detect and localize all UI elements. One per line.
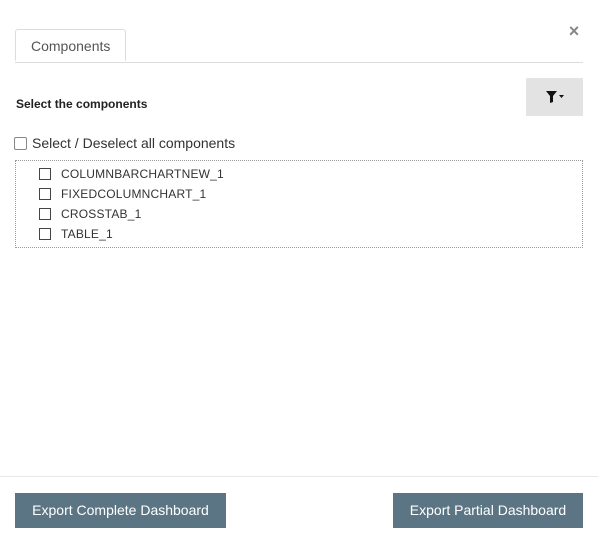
component-checkbox[interactable] (39, 208, 51, 220)
list-item[interactable]: TABLE_1 (39, 225, 113, 243)
component-label: FIXEDCOLUMNCHART_1 (61, 187, 207, 201)
filter-icon (545, 91, 564, 103)
select-all-row[interactable]: Select / Deselect all components (14, 135, 235, 151)
select-all-checkbox[interactable] (14, 136, 27, 150)
tab-components[interactable]: Components (15, 29, 127, 61)
export-dialog: × Components Select the components Selec… (0, 0, 598, 543)
export-partial-button[interactable]: Export Partial Dashboard (393, 493, 583, 528)
component-label: COLUMNBARCHARTNEW_1 (61, 167, 224, 181)
component-label: TABLE_1 (61, 227, 113, 241)
list-item[interactable]: CROSSTAB_1 (39, 205, 141, 223)
components-list: COLUMNBARCHARTNEW_1 FIXEDCOLUMNCHART_1 C… (15, 160, 583, 248)
filter-dropdown-button[interactable] (526, 78, 583, 116)
component-checkbox[interactable] (39, 228, 51, 240)
section-label: Select the components (16, 97, 148, 111)
component-label: CROSSTAB_1 (61, 207, 142, 221)
list-item[interactable]: COLUMNBARCHARTNEW_1 (39, 165, 224, 183)
export-complete-button[interactable]: Export Complete Dashboard (15, 493, 226, 528)
footer-divider (0, 476, 598, 477)
component-checkbox[interactable] (39, 168, 51, 180)
caret-down-icon (558, 95, 564, 98)
component-checkbox[interactable] (39, 188, 51, 200)
list-item[interactable]: FIXEDCOLUMNCHART_1 (39, 185, 206, 203)
select-all-label: Select / Deselect all components (32, 135, 236, 151)
tab-bar: Components (15, 29, 583, 63)
